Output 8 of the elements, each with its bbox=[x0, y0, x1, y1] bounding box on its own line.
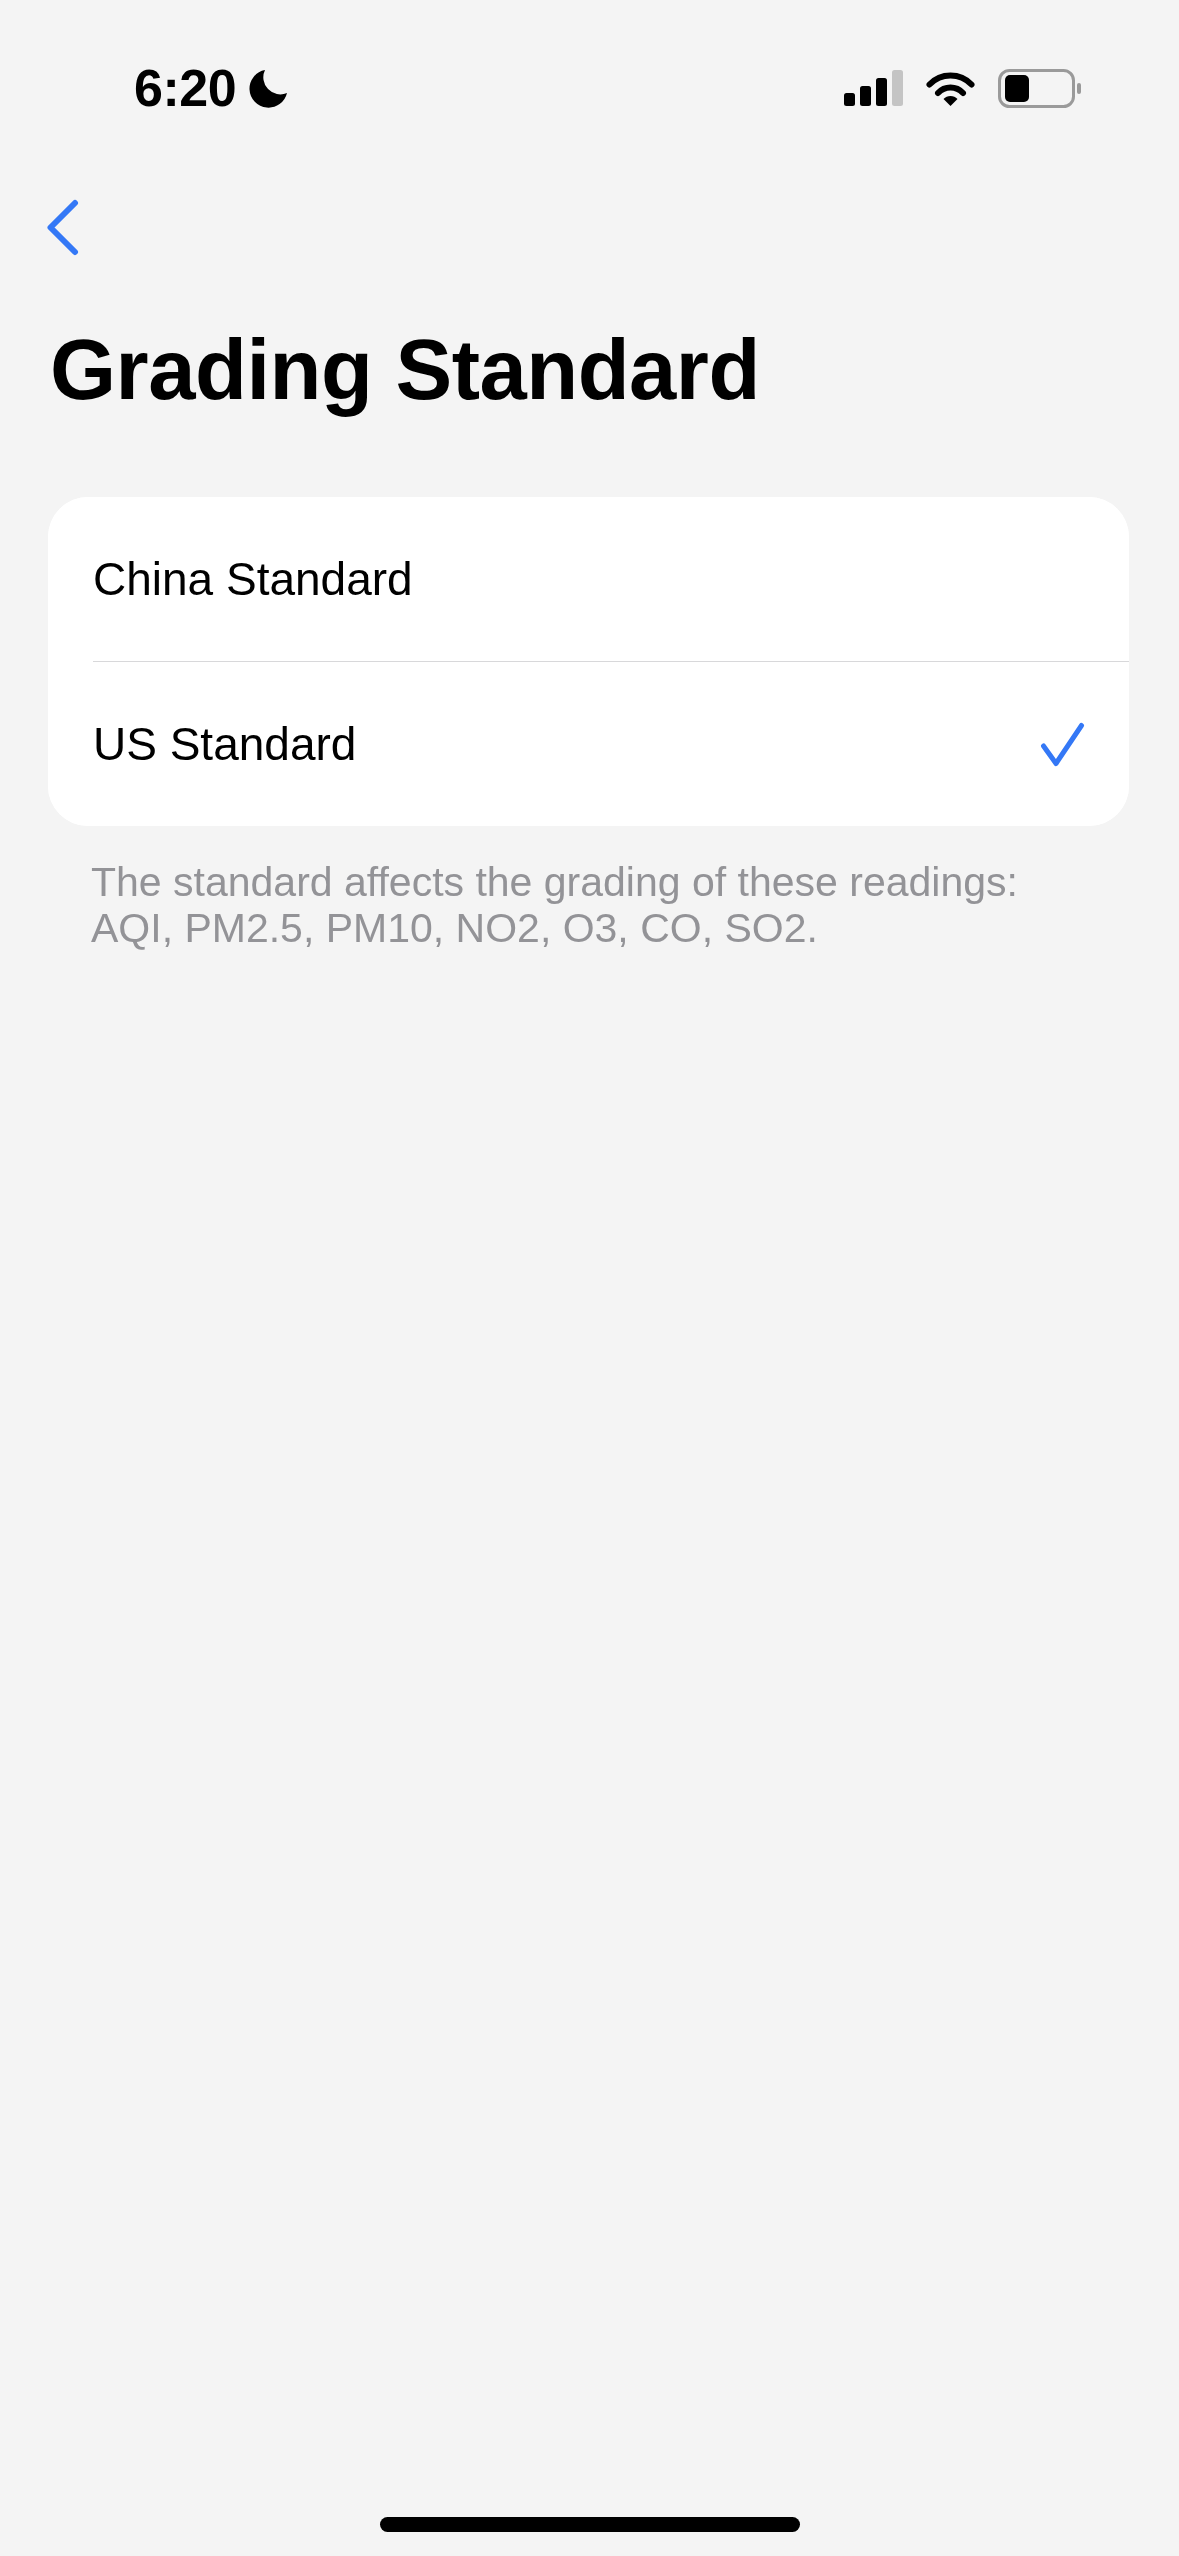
signal-icon bbox=[844, 70, 903, 106]
battery-icon bbox=[998, 68, 1081, 108]
footer-note: The standard affects the grading of these readings: AQI, PM2.5, PM10, NO2, O3, CO, SO2. bbox=[91, 859, 1019, 951]
wifi-icon bbox=[925, 70, 976, 106]
status-time: 6:20 bbox=[134, 62, 237, 114]
page-title: Grading Standard bbox=[50, 321, 761, 419]
moon-icon bbox=[248, 68, 289, 108]
back-icon[interactable] bbox=[46, 199, 79, 256]
